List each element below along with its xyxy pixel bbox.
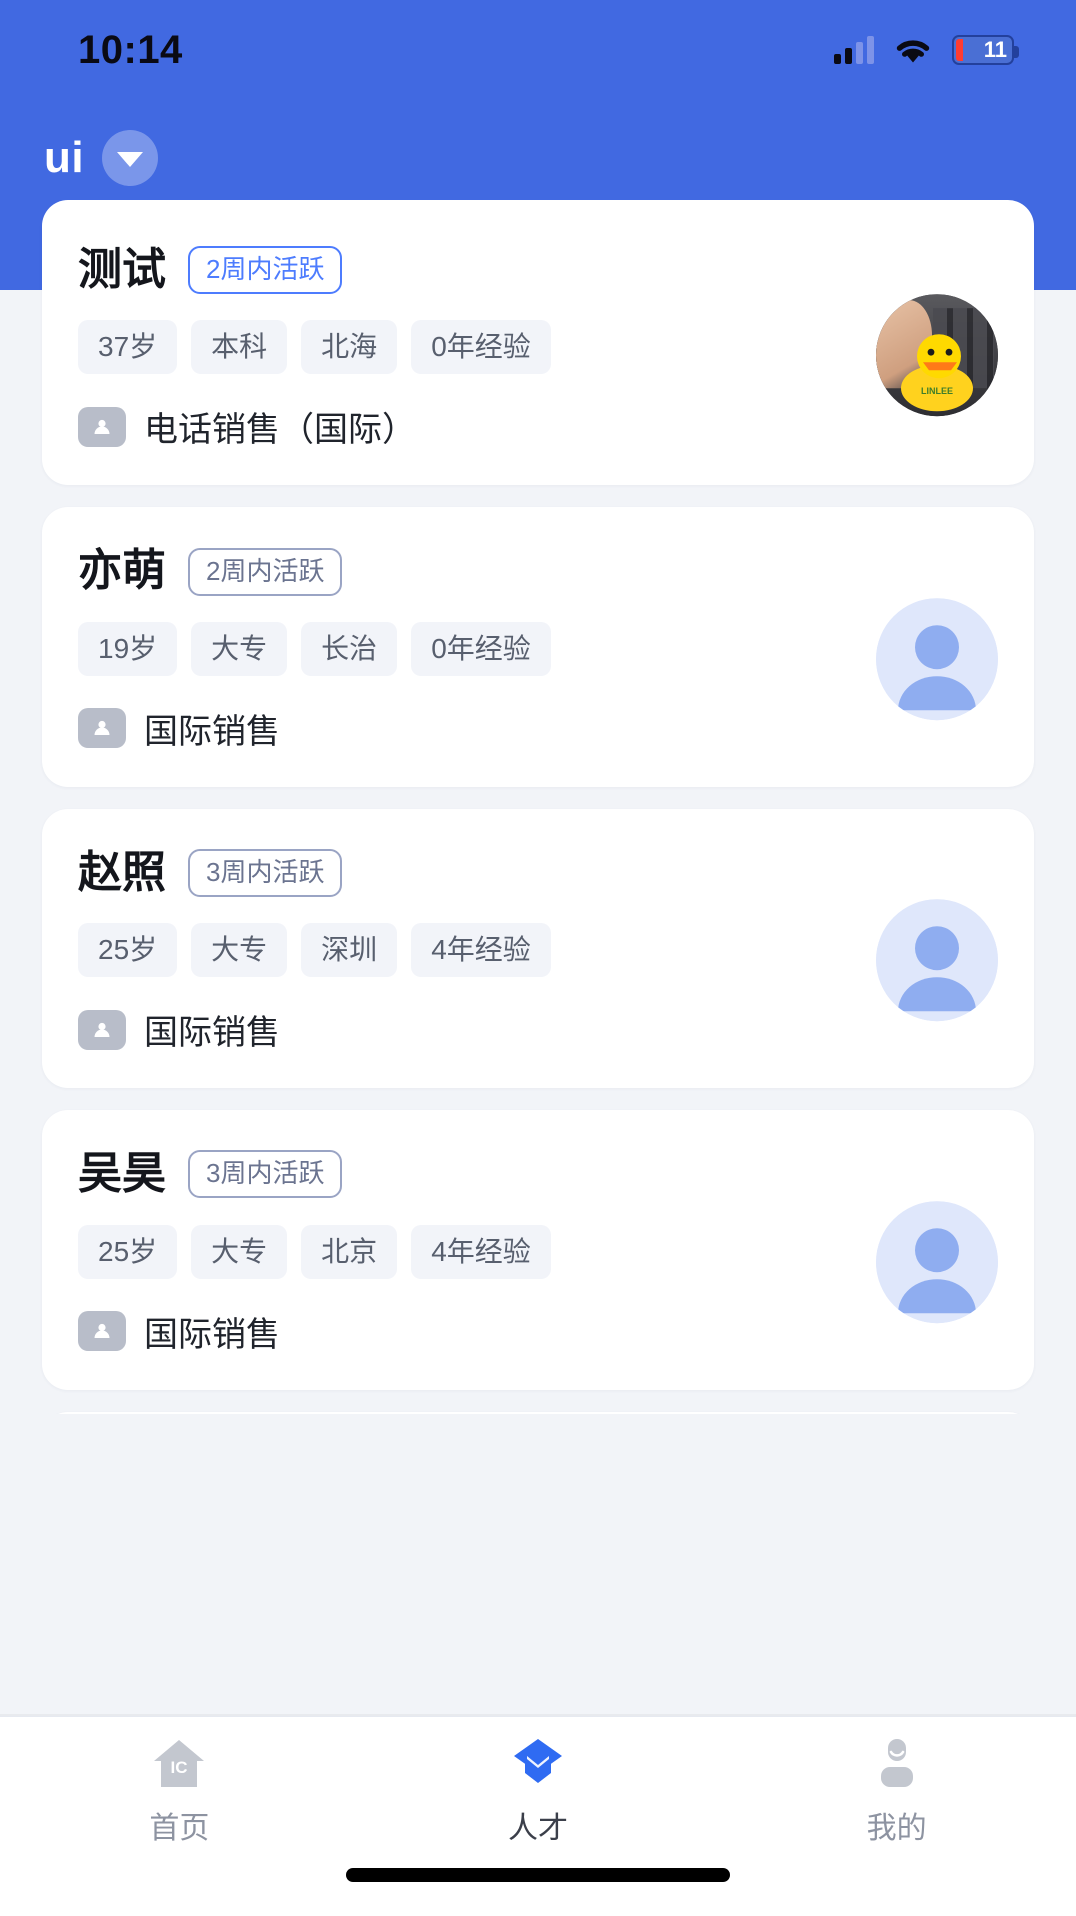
activity-badge: 2周内活跃 bbox=[188, 548, 342, 596]
candidate-name: 亦萌 bbox=[78, 547, 166, 595]
candidate-list[interactable]: 测试2周内活跃37岁本科北海0年经验电话销售（国际）LINLEE亦萌2周内活跃1… bbox=[0, 200, 1076, 1414]
status-bar-indicators: 11 bbox=[834, 35, 1014, 65]
candidate-tag: 19岁 bbox=[78, 622, 177, 676]
candidate-job-title: 国际销售 bbox=[144, 704, 280, 753]
candidate-tag: 北海 bbox=[301, 320, 397, 374]
person-badge-icon bbox=[78, 1010, 126, 1050]
candidate-tag: 0年经验 bbox=[411, 320, 551, 374]
tab-mine-label: 我的 bbox=[867, 1803, 927, 1847]
candidate-job-row: 国际销售 bbox=[78, 1005, 998, 1054]
candidate-job-row: 电话销售（国际） bbox=[78, 402, 998, 451]
candidate-tag: 25岁 bbox=[78, 923, 177, 977]
candidate-tag: 0年经验 bbox=[411, 622, 551, 676]
candidate-tag-row: 25岁大专深圳 4年经验 bbox=[78, 923, 998, 977]
candidate-tag: 深圳 bbox=[301, 923, 397, 977]
tab-mine[interactable]: 我的 bbox=[717, 1735, 1076, 1847]
tab-home-label: 首页 bbox=[149, 1803, 209, 1847]
svg-text:LINLEE: LINLEE bbox=[921, 386, 953, 396]
home-ic-icon: IC bbox=[148, 1735, 210, 1793]
battery-icon: 11 bbox=[952, 35, 1014, 65]
home-indicator bbox=[346, 1868, 730, 1882]
svg-text:IC: IC bbox=[171, 1758, 188, 1777]
candidate-tag: 本科 bbox=[191, 320, 287, 374]
candidate-tag: 长治 bbox=[301, 622, 397, 676]
person-badge-icon bbox=[78, 1311, 126, 1351]
phone-screen: 10:14 11 ui 测试2周 bbox=[0, 0, 1076, 1916]
candidate-header: 测试 2周内活跃 bbox=[78, 246, 998, 294]
brand-bar: ui bbox=[0, 118, 1076, 198]
candidate-tag: 北京 bbox=[301, 1225, 397, 1279]
candidate-job-title: 国际销售 bbox=[144, 1307, 280, 1356]
signal-bars-icon bbox=[834, 36, 874, 64]
candidate-avatar[interactable] bbox=[876, 1201, 998, 1323]
candidate-job-row: 国际销售 bbox=[78, 704, 998, 753]
candidate-card[interactable]: 赵照 3周内活跃25岁大专深圳 4年经验国际销售 bbox=[42, 809, 1034, 1088]
candidate-name: 吴昊 bbox=[78, 1150, 166, 1198]
candidate-card[interactable]: 亦萌 2周内活跃19岁大专长治 0年经验国际销售 bbox=[42, 507, 1034, 786]
activity-badge: 2周内活跃 bbox=[188, 246, 342, 294]
candidate-name: 测试 bbox=[78, 246, 166, 294]
candidate-job-title: 国际销售 bbox=[144, 1005, 280, 1054]
candidate-header: 亦萌 2周内活跃 bbox=[78, 547, 998, 595]
status-bar-time: 10:14 bbox=[78, 28, 183, 73]
candidate-tag: 大专 bbox=[191, 923, 287, 977]
tab-talent[interactable]: 人才 bbox=[359, 1735, 718, 1847]
candidate-name: 赵照 bbox=[78, 849, 166, 897]
candidate-job-title: 电话销售（国际） bbox=[144, 402, 416, 451]
person-badge-icon bbox=[78, 708, 126, 748]
candidate-tag-row: 25岁大专北京 4年经验 bbox=[78, 1225, 998, 1279]
activity-badge: 3周内活跃 bbox=[188, 849, 342, 897]
candidate-tag: 4年经验 bbox=[411, 923, 551, 977]
brand-title: ui bbox=[44, 133, 84, 183]
bottom-tab-bar[interactable]: IC 首页 人才 我的 bbox=[0, 1716, 1076, 1916]
candidate-job-row: 国际销售 bbox=[78, 1307, 998, 1356]
activity-badge: 3周内活跃 bbox=[188, 1150, 342, 1198]
candidate-header: 赵照 3周内活跃 bbox=[78, 849, 998, 897]
candidate-header: 吴昊 3周内活跃 bbox=[78, 1150, 998, 1198]
candidate-tag: 大专 bbox=[191, 1225, 287, 1279]
candidate-card[interactable]: 测试 2周内活跃37岁本科北海 0年经验电话销售（国际） LINLEE bbox=[42, 200, 1034, 485]
user-profile-icon bbox=[866, 1735, 928, 1793]
candidate-tag-row: 37岁本科北海 0年经验 bbox=[78, 320, 998, 374]
candidate-tag: 37岁 bbox=[78, 320, 177, 374]
wifi-icon bbox=[892, 35, 934, 65]
candidate-tag: 4年经验 bbox=[411, 1225, 551, 1279]
person-badge-icon bbox=[78, 407, 126, 447]
candidate-card[interactable]: 吴昊 3周内活跃25岁大专北京 4年经验国际销售 bbox=[42, 1110, 1034, 1389]
chevron-down-icon[interactable] bbox=[102, 130, 158, 186]
graduation-cap-icon bbox=[507, 1735, 569, 1793]
candidate-avatar[interactable] bbox=[876, 598, 998, 720]
candidate-avatar[interactable] bbox=[876, 900, 998, 1022]
candidate-avatar[interactable]: LINLEE bbox=[876, 294, 998, 416]
battery-level-label: 11 bbox=[984, 37, 1007, 63]
candidate-tag: 大专 bbox=[191, 622, 287, 676]
candidate-tag: 25岁 bbox=[78, 1225, 177, 1279]
tab-home[interactable]: IC 首页 bbox=[0, 1735, 359, 1847]
candidate-card[interactable]: 丽丽3周内活跃23岁大专北京0年经验国际销售 bbox=[42, 1412, 1034, 1414]
status-bar: 10:14 11 bbox=[0, 0, 1076, 100]
candidate-tag-row: 19岁大专长治 0年经验 bbox=[78, 622, 998, 676]
tab-talent-label: 人才 bbox=[508, 1803, 568, 1847]
